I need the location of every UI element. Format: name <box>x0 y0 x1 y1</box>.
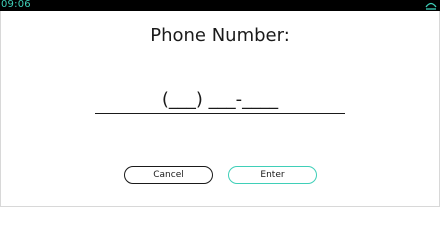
phone-number-input[interactable]: (___) ___-____ <box>0 88 440 112</box>
input-underline <box>95 113 345 114</box>
status-bar: 09:06 <box>0 0 440 11</box>
cancel-button[interactable]: Cancel <box>124 166 213 184</box>
eject-icon[interactable] <box>425 1 437 10</box>
status-time: 09:06 <box>1 0 31 10</box>
phone-entry-screen: 09:06 Phone Number: (___) ___-____ Cance… <box>0 0 440 208</box>
page-title: Phone Number: <box>150 25 290 46</box>
enter-button[interactable]: Enter <box>228 166 317 184</box>
